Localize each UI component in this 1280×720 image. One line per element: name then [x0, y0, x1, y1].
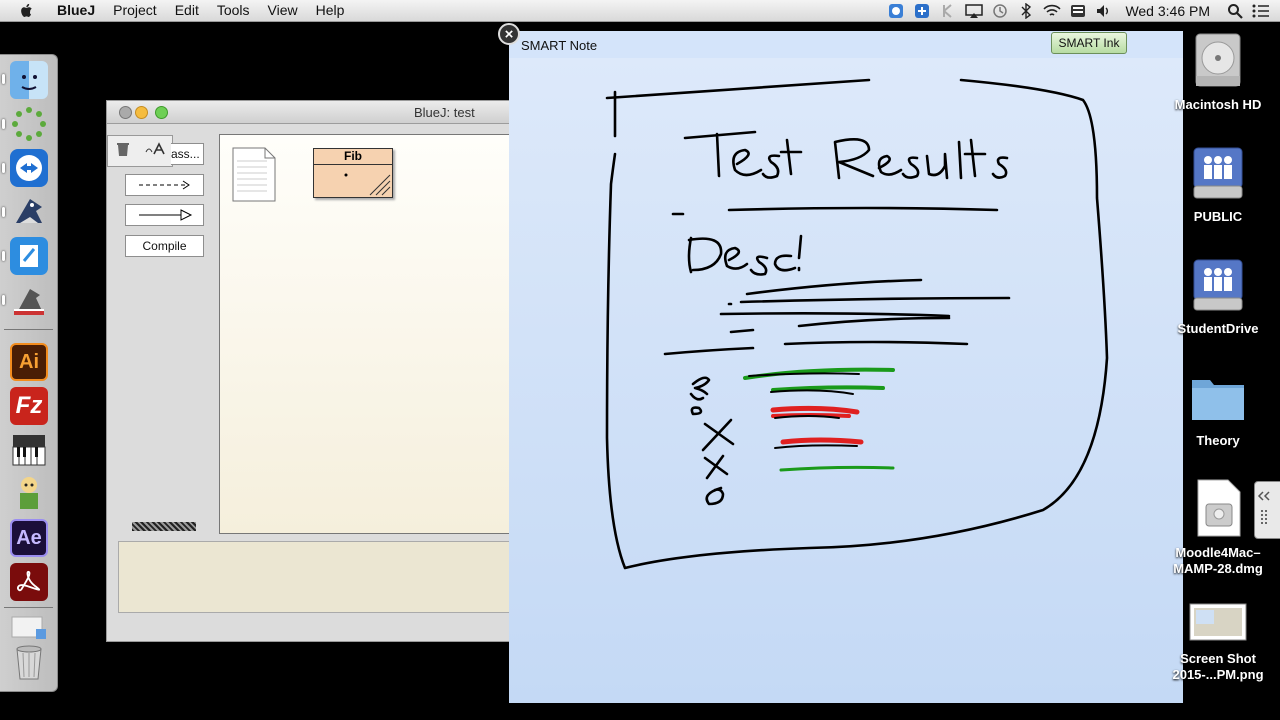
network-drive-icon — [1193, 147, 1243, 199]
zoom-button[interactable] — [155, 106, 168, 119]
hard-drive-icon — [1195, 33, 1241, 87]
network-drive-icon — [1193, 259, 1243, 311]
smart-tool-panel — [107, 135, 173, 167]
side-drawer-handle[interactable] — [1254, 481, 1280, 539]
dock: Ai Fz Ae — [0, 54, 58, 692]
desktop-icon-label: StudentDrive — [1177, 321, 1259, 336]
running-indicator — [2, 119, 5, 129]
ink-drawing-area[interactable] — [509, 58, 1183, 703]
bluetooth-icon[interactable] — [1017, 2, 1035, 19]
apple-menu-icon[interactable] — [18, 2, 36, 20]
running-indicator — [2, 163, 5, 173]
desktop-icon-label: Theory — [1196, 433, 1240, 448]
illustrator-icon[interactable]: Ai — [10, 343, 48, 381]
teamviewer-icon[interactable] — [10, 149, 48, 187]
desktop-icon-screenshot[interactable]: Screen Shot 2015-...PM.png — [1168, 600, 1268, 683]
desktop-icon-label: Screen Shot — [1180, 651, 1256, 666]
time-machine-icon[interactable] — [991, 3, 1009, 19]
desktop-icon-label: Macintosh HD — [1174, 97, 1262, 112]
desktop-icon-macintosh-hd[interactable]: Macintosh HD — [1168, 30, 1268, 113]
piano-icon[interactable] — [10, 431, 48, 469]
desktop-icon-theory[interactable]: Theory — [1168, 366, 1268, 449]
menu-tools[interactable]: Tools — [208, 0, 259, 21]
app-status-icon[interactable] — [913, 3, 931, 19]
dock-separator — [4, 607, 53, 608]
inherits-arrow-button[interactable] — [125, 204, 204, 226]
menu-project[interactable]: Project — [104, 0, 166, 21]
spotlight-search-icon[interactable] — [1226, 3, 1244, 19]
menu-app-bluej[interactable]: BlueJ — [48, 0, 104, 21]
move-handle-icon[interactable] — [119, 106, 132, 119]
desktop-icon-label: Moodle4Mac– — [1175, 545, 1261, 560]
dock-separator — [4, 329, 53, 330]
smart-notebook-icon[interactable] — [10, 237, 48, 275]
readme-file-icon[interactable] — [232, 147, 276, 202]
running-indicator — [2, 207, 5, 217]
desktop-icon-label-line2: 2015-...PM.png — [1172, 667, 1264, 682]
machine-status-indicator — [132, 522, 196, 531]
menu-bar: BlueJ Project Edit Tools View Help Wed 3… — [0, 0, 1280, 22]
bluej-titlebar[interactable]: BlueJ: test — [107, 101, 517, 124]
class-diagram-canvas[interactable]: Fib — [219, 134, 519, 534]
running-indicator — [2, 251, 5, 261]
after-effects-icon[interactable]: Ae — [10, 519, 48, 557]
wifi-icon[interactable] — [1043, 3, 1062, 19]
desktop-icon-moodle-dmg[interactable]: Moodle4Mac– MAMP-28.dmg — [1168, 478, 1268, 577]
desktop-icon-studentdrive[interactable]: StudentDrive — [1168, 254, 1268, 337]
bluej-message-area — [118, 541, 519, 613]
filezilla-icon[interactable]: Fz — [10, 387, 48, 425]
handwritten-sketch — [605, 78, 1109, 570]
loading-icon[interactable] — [10, 105, 48, 143]
notification-center-icon[interactable] — [1252, 3, 1270, 19]
smart-note-title: SMART Note — [521, 38, 598, 53]
volume-icon[interactable] — [1095, 3, 1113, 19]
status-area: Wed 3:46 PM — [883, 0, 1280, 21]
class-fib-box[interactable]: Fib — [313, 148, 393, 198]
smart-ink-button[interactable]: SMART Ink — [1051, 32, 1127, 54]
k-status-icon[interactable] — [939, 3, 957, 19]
finder-icon[interactable] — [10, 61, 48, 99]
minimize-button[interactable] — [135, 106, 148, 119]
acrobat-icon[interactable] — [10, 563, 48, 601]
trash-small-icon[interactable] — [116, 141, 130, 162]
close-icon[interactable]: × — [498, 23, 520, 45]
screen-capture-icon[interactable] — [10, 281, 48, 319]
menu-help[interactable]: Help — [307, 0, 354, 21]
uses-arrow-button[interactable] — [125, 174, 204, 196]
trash-icon[interactable] — [10, 643, 48, 681]
running-indicator — [2, 74, 5, 84]
screenshot-icon — [1189, 603, 1247, 641]
bluej-window-title: BlueJ: test — [414, 105, 475, 120]
smart-note-window: SMART Note SMART Ink × — [498, 23, 1183, 703]
airplay-icon[interactable] — [965, 3, 984, 19]
bluej-icon[interactable] — [10, 193, 48, 231]
folder-icon — [1192, 380, 1244, 420]
desktop-icon-label: PUBLIC — [1193, 209, 1243, 224]
compile-button[interactable]: Compile — [125, 235, 204, 257]
bluej-window: BlueJ: test ass... Compile Fib — [106, 100, 519, 642]
desktop-icon-public[interactable]: PUBLIC — [1168, 142, 1268, 225]
smart-note-header[interactable]: SMART Note SMART Ink — [509, 31, 1183, 58]
new-class-button[interactable]: ass... — [171, 143, 204, 165]
desktop-icon-label-line2: MAMP-28.dmg — [1173, 561, 1263, 576]
menubar-clock[interactable]: Wed 3:46 PM — [1125, 3, 1210, 19]
class-fib-name: Fib — [314, 149, 392, 165]
menu-edit[interactable]: Edit — [166, 0, 208, 21]
text-recognition-icon[interactable] — [145, 141, 165, 161]
menu-view[interactable]: View — [259, 0, 307, 21]
character-icon[interactable] — [10, 475, 48, 513]
input-menu-icon[interactable] — [1069, 3, 1087, 19]
dmg-icon — [1197, 479, 1241, 537]
smart-status-icon[interactable] — [887, 3, 905, 19]
running-indicator — [2, 295, 5, 305]
uncompiled-hatch-icon — [344, 173, 391, 196]
